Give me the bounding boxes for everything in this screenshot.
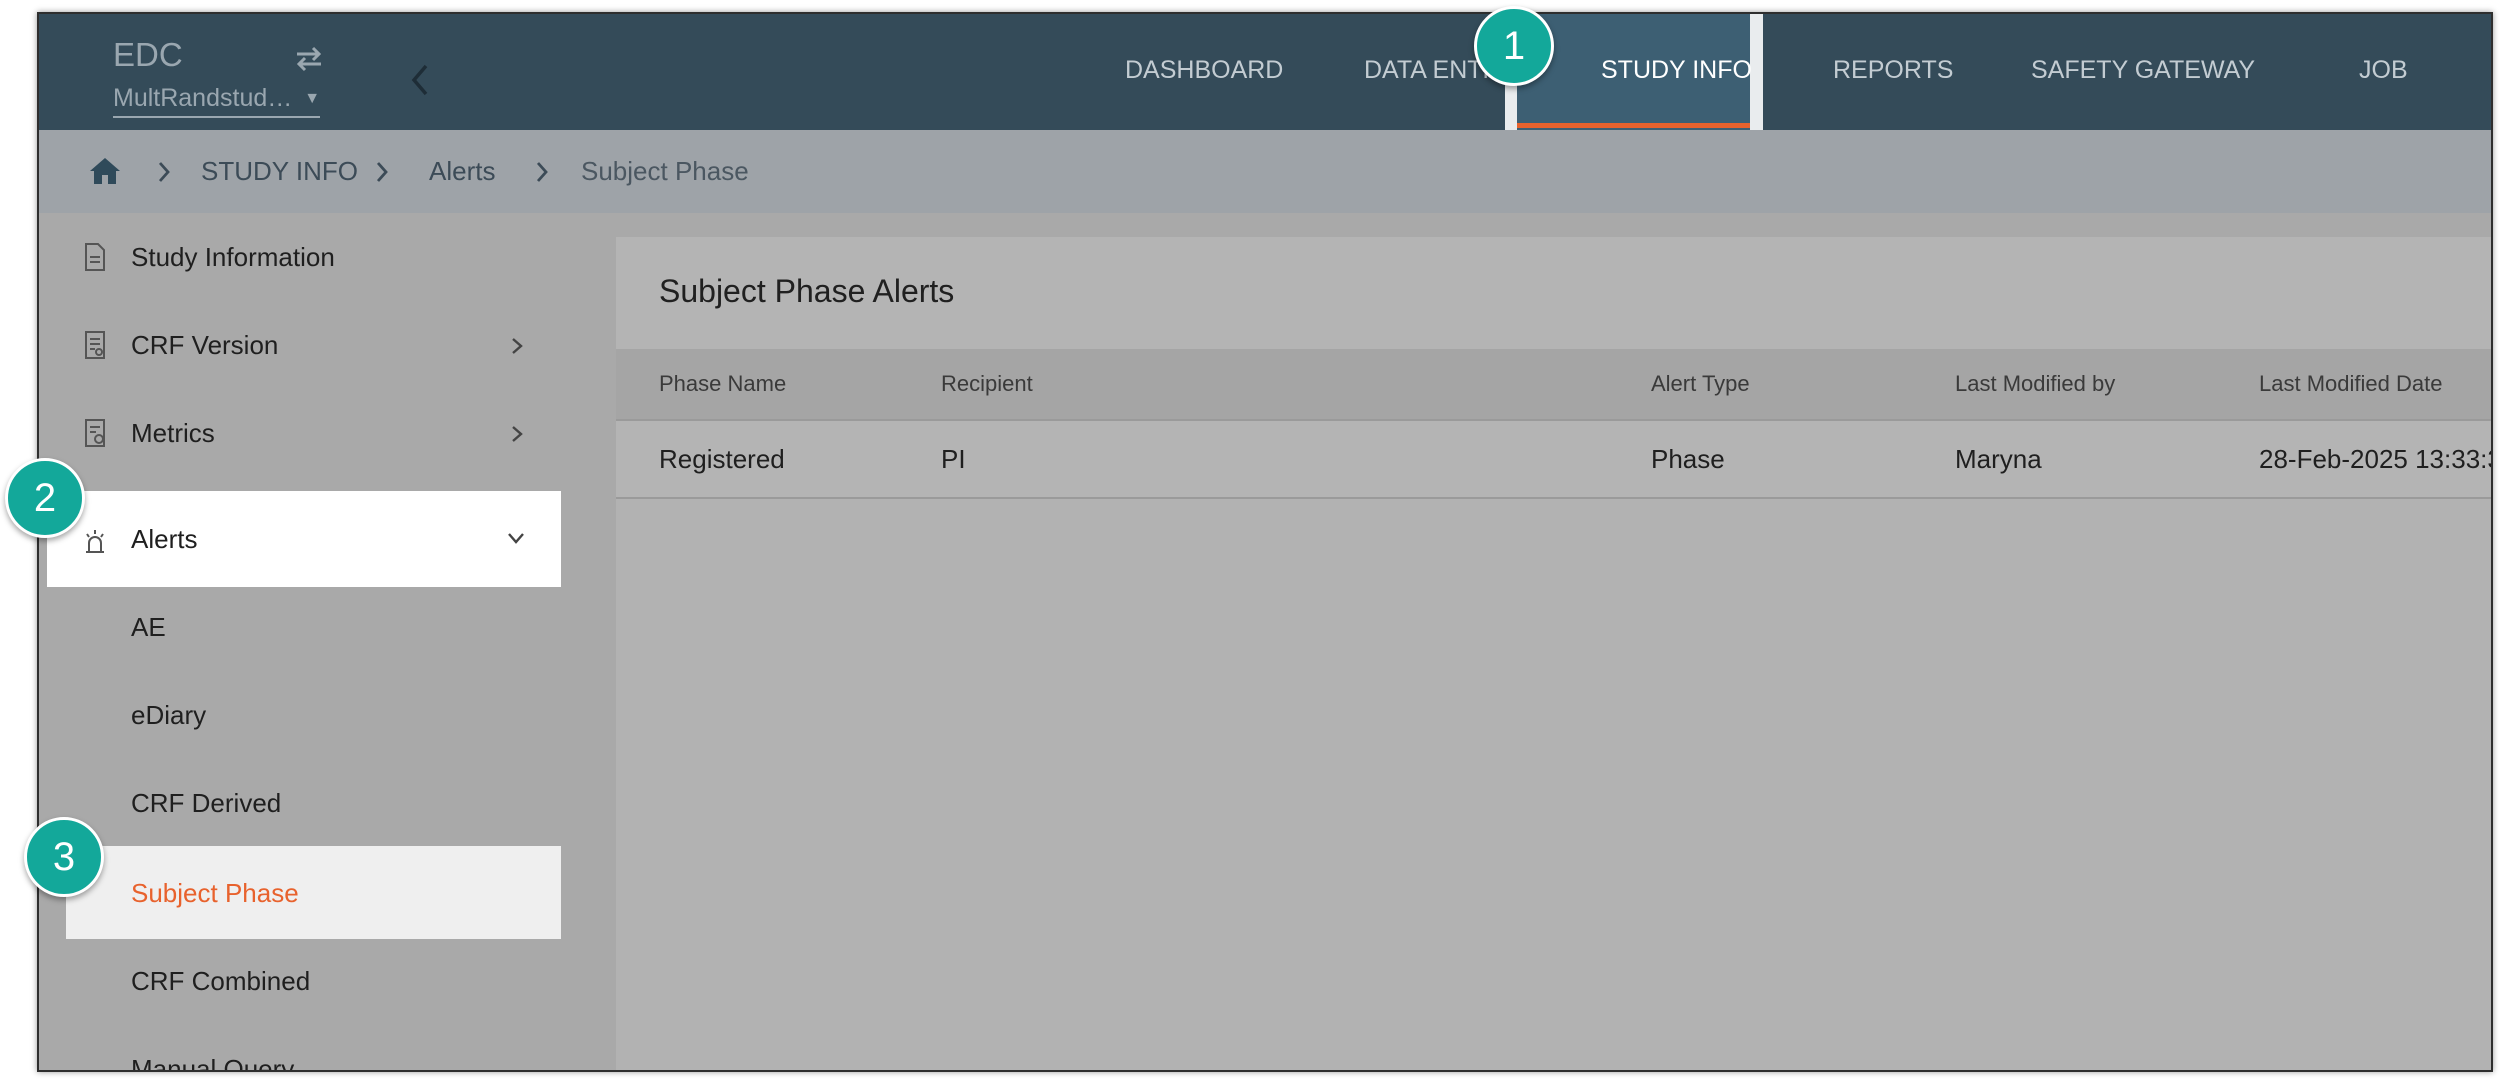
breadcrumb-alerts[interactable]: Alerts bbox=[429, 130, 495, 213]
sidebar-item-metrics[interactable]: Metrics bbox=[39, 389, 576, 477]
chevron-down-icon bbox=[508, 533, 524, 544]
breadcrumb-subject-phase: Subject Phase bbox=[581, 156, 749, 186]
nav-safety-gateway[interactable]: SAFETY GATEWAY bbox=[2031, 14, 2255, 130]
sidebar-item-crf-version[interactable]: CRF Version bbox=[39, 301, 576, 389]
table-row[interactable]: Registered PI Phase Maryna 28-Feb-2025 1… bbox=[616, 421, 2493, 499]
nav-study-info[interactable]: STUDY INFO bbox=[1601, 14, 1752, 130]
chevron-right-icon bbox=[512, 426, 523, 442]
sidebar-item-label: eDiary bbox=[131, 700, 207, 730]
alarm-light-icon bbox=[86, 530, 104, 553]
home-icon[interactable] bbox=[89, 157, 121, 185]
metrics-icon bbox=[85, 419, 105, 447]
sidebar-item-label: CRF Derived bbox=[131, 788, 282, 818]
app-window: EDC MultRandstud… ▼ DASHBOARD DATA ENTRY … bbox=[37, 12, 2493, 1072]
page-title: Subject Phase Alerts bbox=[659, 273, 955, 309]
sidebar-item-label: CRF Version bbox=[131, 330, 279, 360]
cell-phase-name: Registered bbox=[659, 444, 785, 474]
nav-job[interactable]: JOB bbox=[2359, 14, 2408, 130]
table-header: Phase Name Recipient Alert Type Last Mod… bbox=[616, 349, 2491, 421]
step-badge-3: 3 bbox=[24, 817, 104, 897]
step-badge-2: 2 bbox=[5, 458, 85, 538]
sidebar-item-ediary[interactable]: eDiary bbox=[39, 671, 576, 759]
nav-dashboard[interactable]: DASHBOARD bbox=[1125, 14, 1283, 130]
switch-study-icon[interactable] bbox=[291, 44, 327, 74]
sidebar-item-label: AE bbox=[131, 612, 166, 642]
breadcrumb-study-info[interactable]: STUDY INFO bbox=[201, 130, 358, 213]
chevron-right-icon bbox=[376, 162, 388, 182]
sidebar-item-crf-combined[interactable]: CRF Combined bbox=[39, 937, 576, 1025]
chevron-left-icon[interactable] bbox=[408, 62, 432, 98]
column-header-last-modified-by[interactable]: Last Modified by bbox=[1955, 349, 2115, 419]
sidebar-item-subject-phase[interactable]: Subject Phase bbox=[39, 849, 576, 937]
step-badge-1: 1 bbox=[1474, 6, 1554, 86]
column-header-alert-type[interactable]: Alert Type bbox=[1651, 349, 1750, 419]
app-name: EDC bbox=[113, 36, 183, 73]
top-navigation-bar: EDC MultRandstud… ▼ DASHBOARD DATA ENTRY … bbox=[39, 14, 2491, 144]
study-selector-value: MultRandstud… bbox=[113, 84, 293, 112]
breadcrumb: STUDY INFO Alerts Subject Phase bbox=[39, 130, 2491, 213]
cell-recipient: PI bbox=[941, 444, 966, 474]
content-panel: Subject Phase Alerts Phase Name Recipien… bbox=[616, 237, 2493, 1070]
sidebar-item-label: Metrics bbox=[131, 418, 215, 448]
sidebar-item-label: Manual Query bbox=[131, 1054, 295, 1072]
caret-down-icon: ▼ bbox=[304, 90, 321, 107]
cell-last-modified-date: 28-Feb-2025 13:33:3 bbox=[2259, 444, 2493, 474]
column-header-recipient[interactable]: Recipient bbox=[941, 349, 1033, 419]
column-header-phase-name[interactable]: Phase Name bbox=[659, 349, 786, 419]
sidebar-item-study-information[interactable]: Study Information bbox=[39, 213, 576, 301]
sidebar: Study Information CRF Version Metrics Al… bbox=[39, 213, 576, 1072]
sidebar-item-alerts[interactable]: Alerts bbox=[39, 493, 576, 585]
sidebar-item-ae[interactable]: AE bbox=[39, 583, 576, 671]
sidebar-item-label: Alerts bbox=[131, 524, 198, 554]
sidebar-item-manual-query[interactable]: Manual Query bbox=[39, 1025, 576, 1072]
form-version-icon bbox=[85, 331, 105, 359]
document-icon bbox=[85, 243, 105, 271]
sidebar-item-label: Subject Phase bbox=[131, 878, 299, 908]
cell-alert-type: Phase bbox=[1651, 444, 1725, 474]
sidebar-item-label: CRF Combined bbox=[131, 966, 311, 996]
sidebar-item-crf-derived[interactable]: CRF Derived bbox=[39, 759, 576, 847]
cell-last-modified-by: Maryna bbox=[1955, 444, 2042, 474]
chevron-right-icon bbox=[536, 162, 548, 182]
panel-header: Subject Phase Alerts bbox=[616, 237, 2491, 349]
sidebar-item-label: Study Information bbox=[131, 242, 335, 272]
column-header-last-modified-date[interactable]: Last Modified Date bbox=[2259, 349, 2442, 419]
nav-reports[interactable]: REPORTS bbox=[1833, 14, 1953, 130]
study-selector[interactable]: MultRandstud… ▼ bbox=[113, 84, 321, 118]
chevron-right-icon bbox=[512, 338, 523, 354]
chevron-right-icon bbox=[158, 162, 170, 182]
